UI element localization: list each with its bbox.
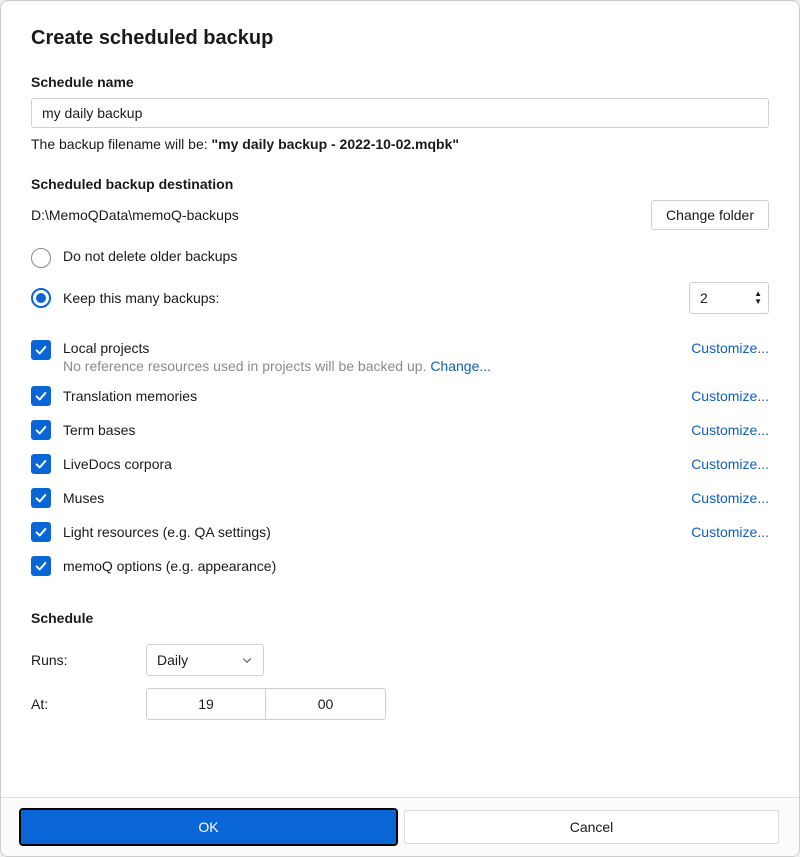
at-row: At: 19 00: [31, 688, 769, 720]
resource-list: Local projects No reference resources us…: [31, 340, 769, 576]
resource-local-projects: Local projects No reference resources us…: [31, 340, 769, 374]
resource-term-bases: Term bases Customize...: [31, 420, 769, 440]
keep-count-value: 2: [700, 290, 708, 306]
retention-radio-keep-all[interactable]: [31, 248, 51, 268]
customize-term-bases[interactable]: Customize...: [691, 422, 769, 438]
checkbox-local-projects[interactable]: [31, 340, 51, 360]
checkmark-icon: [34, 457, 48, 471]
minute-input[interactable]: 00: [266, 688, 386, 720]
filename-note-prefix: The backup filename will be:: [31, 136, 212, 152]
do-not-delete-label: Do not delete older backups: [63, 248, 237, 264]
translation-memories-label: Translation memories: [63, 388, 197, 404]
checkmark-icon: [34, 491, 48, 505]
destination-path: D:\MemoQData\memoQ-backups: [31, 207, 239, 223]
runs-row: Runs: Daily: [31, 644, 769, 676]
checkbox-livedocs[interactable]: [31, 454, 51, 474]
memoq-options-label: memoQ options (e.g. appearance): [63, 558, 276, 574]
keep-this-many-label: Keep this many backups:: [63, 290, 219, 306]
customize-local-projects[interactable]: Customize...: [691, 340, 769, 356]
checkbox-muses[interactable]: [31, 488, 51, 508]
cancel-button[interactable]: Cancel: [404, 810, 779, 844]
runs-label: Runs:: [31, 652, 146, 668]
customize-light-resources[interactable]: Customize...: [691, 524, 769, 540]
change-link[interactable]: Change...: [430, 358, 491, 374]
keep-count-spinner[interactable]: 2 ▲▼: [689, 282, 769, 314]
resource-light-resources: Light resources (e.g. QA settings) Custo…: [31, 522, 769, 542]
checkbox-term-bases[interactable]: [31, 420, 51, 440]
resource-translation-memories: Translation memories Customize...: [31, 386, 769, 406]
checkbox-memoq-options[interactable]: [31, 556, 51, 576]
runs-select[interactable]: Daily: [146, 644, 264, 676]
muses-label: Muses: [63, 490, 104, 506]
resource-livedocs: LiveDocs corpora Customize...: [31, 454, 769, 474]
chevron-down-icon: [241, 654, 253, 666]
checkmark-icon: [34, 389, 48, 403]
resource-memoq-options: memoQ options (e.g. appearance): [31, 556, 769, 576]
spinner-arrows-icon[interactable]: ▲▼: [754, 290, 762, 306]
retention-radio-keep-count[interactable]: [31, 288, 51, 308]
dialog-footer: OK Cancel: [1, 797, 799, 856]
schedule-heading: Schedule: [31, 610, 769, 626]
schedule-name-input[interactable]: [31, 98, 769, 128]
dialog-content: Create scheduled backup Schedule name Th…: [1, 1, 799, 797]
local-projects-label: Local projects: [63, 340, 491, 356]
do-not-delete-row: Do not delete older backups: [31, 248, 769, 268]
schedule-name-label: Schedule name: [31, 74, 769, 90]
filename-note-value: "my daily backup - 2022-10-02.mqbk": [212, 136, 460, 152]
destination-row: D:\MemoQData\memoQ-backups Change folder: [31, 200, 769, 230]
checkmark-icon: [34, 559, 48, 573]
customize-muses[interactable]: Customize...: [691, 490, 769, 506]
keep-count-row: Keep this many backups: 2 ▲▼: [31, 282, 769, 314]
term-bases-label: Term bases: [63, 422, 135, 438]
runs-value: Daily: [157, 652, 188, 668]
dialog-title: Create scheduled backup: [31, 27, 769, 50]
customize-livedocs[interactable]: Customize...: [691, 456, 769, 472]
local-projects-sub: No reference resources used in projects …: [63, 358, 491, 374]
customize-translation-memories[interactable]: Customize...: [691, 388, 769, 404]
checkmark-icon: [34, 423, 48, 437]
hour-input[interactable]: 19: [146, 688, 266, 720]
checkmark-icon: [34, 343, 48, 357]
time-input-group: 19 00: [146, 688, 386, 720]
change-folder-button[interactable]: Change folder: [651, 200, 769, 230]
checkbox-translation-memories[interactable]: [31, 386, 51, 406]
ok-button[interactable]: OK: [21, 810, 396, 844]
filename-note: The backup filename will be: "my daily b…: [31, 136, 769, 152]
create-scheduled-backup-dialog: Create scheduled backup Schedule name Th…: [0, 0, 800, 857]
livedocs-label: LiveDocs corpora: [63, 456, 172, 472]
checkbox-light-resources[interactable]: [31, 522, 51, 542]
radio-dot-icon: [36, 293, 46, 303]
destination-label: Scheduled backup destination: [31, 176, 769, 192]
at-label: At:: [31, 696, 146, 712]
checkmark-icon: [34, 525, 48, 539]
light-resources-label: Light resources (e.g. QA settings): [63, 524, 271, 540]
resource-muses: Muses Customize...: [31, 488, 769, 508]
